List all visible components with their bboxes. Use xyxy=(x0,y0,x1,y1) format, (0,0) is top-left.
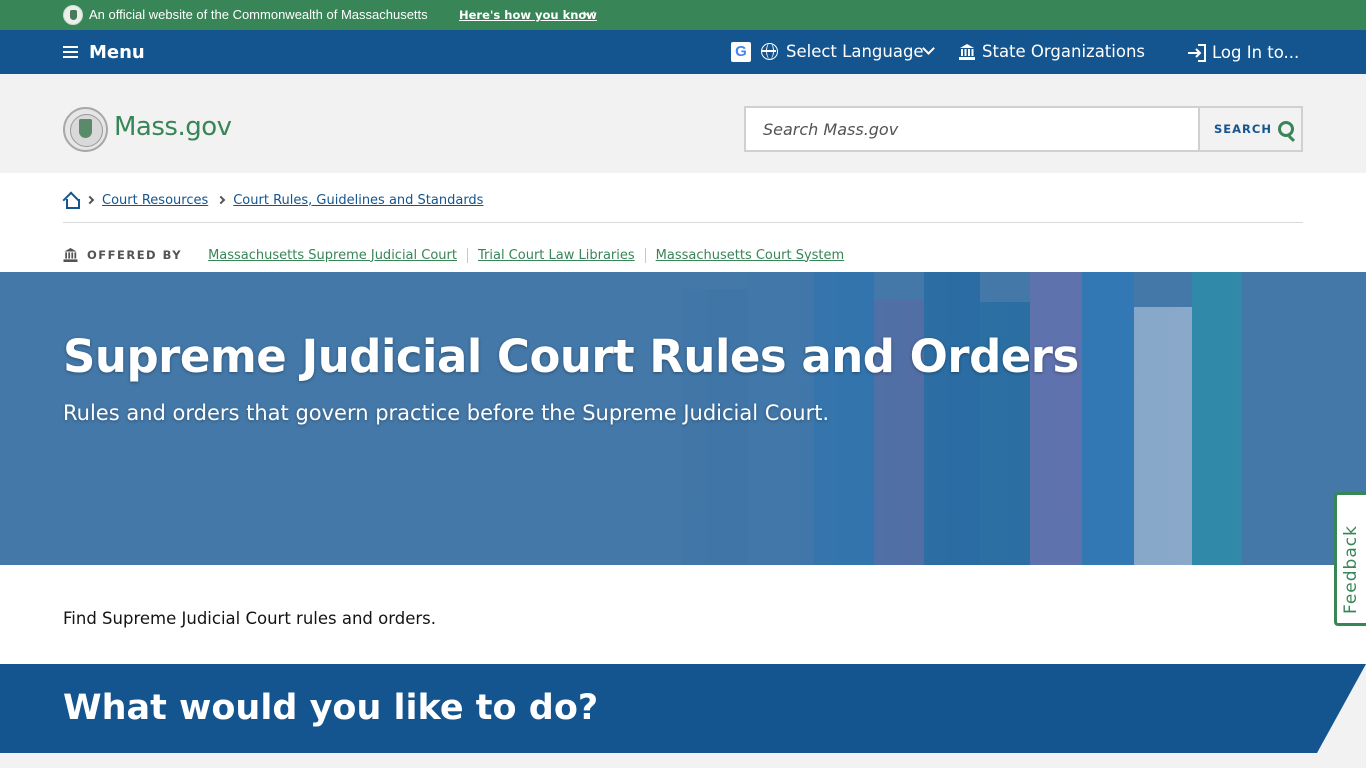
select-language-button[interactable]: Select Language xyxy=(786,42,924,61)
search-icon xyxy=(1277,121,1294,137)
divider xyxy=(63,222,1303,223)
menu-label: Menu xyxy=(89,41,145,63)
search-button[interactable]: SEARCH xyxy=(1198,106,1303,152)
login-icon xyxy=(1188,44,1206,62)
search-box xyxy=(744,106,1199,152)
home-icon[interactable] xyxy=(63,193,80,209)
feedback-button[interactable]: Feedback xyxy=(1334,492,1366,626)
offered-by-label: OFFERED BY xyxy=(87,248,183,262)
breadcrumb: Court Resources Court Rules, Guidelines … xyxy=(63,190,493,210)
search-button-label: SEARCH xyxy=(1214,122,1272,136)
globe-icon xyxy=(761,43,778,60)
building-icon xyxy=(959,44,975,60)
section-heading: What would you like to do? xyxy=(63,688,599,728)
official-site-text: An official website of the Commonwealth … xyxy=(89,7,428,22)
chevron-right-icon xyxy=(216,195,226,205)
feedback-label: Feedback xyxy=(1341,525,1361,614)
hamburger-icon xyxy=(63,46,78,58)
login-button[interactable]: Log In to... xyxy=(1212,43,1299,62)
search-input[interactable] xyxy=(746,108,1199,150)
offered-by: OFFERED BY Massachusetts Supreme Judicia… xyxy=(63,246,854,264)
page-subtitle: Rules and orders that govern practice be… xyxy=(63,401,830,425)
google-translate-icon[interactable]: G xyxy=(731,42,751,62)
breadcrumb-court-resources[interactable]: Court Resources xyxy=(102,193,208,208)
state-seal-icon xyxy=(63,5,83,25)
chevron-down-icon[interactable] xyxy=(922,42,935,55)
chevron-right-icon xyxy=(85,195,95,205)
page-banner: Supreme Judicial Court Rules and Orders … xyxy=(0,272,1366,565)
intro-text: Find Supreme Judicial Court rules and or… xyxy=(63,609,436,628)
state-organizations-button[interactable]: State Organizations xyxy=(982,42,1145,61)
how-you-know-link[interactable]: Here's how you know xyxy=(459,8,597,22)
org-link-law-libraries[interactable]: Trial Court Law Libraries xyxy=(468,247,646,263)
org-link-court-system[interactable]: Massachusetts Court System xyxy=(646,248,855,263)
page-title: Supreme Judicial Court Rules and Orders xyxy=(63,330,1079,383)
state-seal-logo[interactable] xyxy=(63,107,108,152)
action-section: What would you like to do? xyxy=(0,664,1366,753)
mass-gov-logo[interactable]: Mass.gov xyxy=(114,112,232,142)
building-icon xyxy=(63,248,78,262)
site-header: Mass.gov SEARCH xyxy=(0,74,1366,173)
utility-nav: Menu G Select Language State Organizatio… xyxy=(0,30,1366,74)
menu-button[interactable]: Menu xyxy=(63,41,145,63)
org-link-sjc[interactable]: Massachusetts Supreme Judicial Court xyxy=(198,247,468,263)
breadcrumb-court-rules[interactable]: Court Rules, Guidelines and Standards xyxy=(233,193,483,208)
official-banner: An official website of the Commonwealth … xyxy=(0,0,1366,30)
